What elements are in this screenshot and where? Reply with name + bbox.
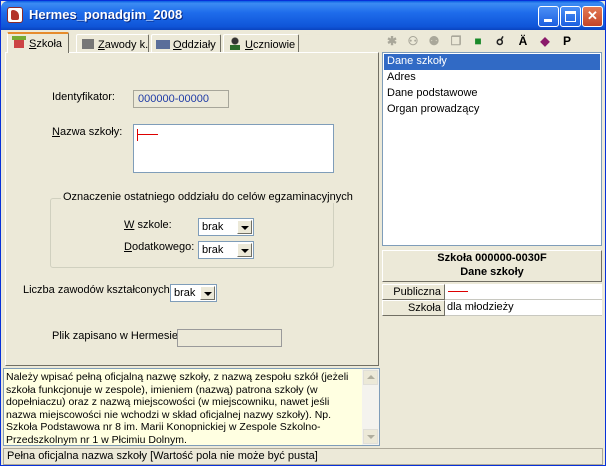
find-icon[interactable]: ☌ [491,32,509,50]
list-item-basic-data[interactable]: Dane podstawowe [384,86,600,102]
school-form-panel: Identyfikator: 000000-00000 Nazwa szkoły… [5,52,379,366]
school-info-box: Szkoła 000000-0030F Dane szkoły [382,250,602,282]
file-saved-label: Plik zapisano w Hermesie: [52,330,181,342]
minimize-button[interactable] [538,6,559,27]
tab-professions[interactable]: Zawody k. [76,34,149,52]
chevron-down-icon[interactable] [237,243,252,257]
app-icon[interactable] [7,7,23,23]
required-marker [138,134,158,135]
file-saved-field [177,329,282,347]
help-scrollbar[interactable] [362,369,379,445]
tab-students[interactable]: Uczniowie [223,34,299,52]
tab-branches[interactable]: Oddziały [151,34,221,52]
scroll-up-icon[interactable] [363,370,378,385]
list-item-address[interactable]: Adres [384,70,600,86]
identifier-label: Identyfikator: [52,91,115,103]
close-button[interactable]: ✕ [582,6,603,27]
minimize-icon [544,19,552,22]
school-name-input[interactable] [133,124,334,173]
prop-key-school: Szkoła [382,300,445,316]
chevron-down-icon[interactable] [200,286,215,300]
additional-label: Dodatkowego: [124,241,195,253]
professions-count-select[interactable]: brak [170,284,217,302]
list-item-school-data[interactable]: Dane szkoły [384,54,600,70]
section-list: Dane szkoły Adres Dane podstawowe Organ … [382,52,602,246]
title-bar[interactable]: Hermes_ponadgim_2008 ✕ [1,1,605,30]
prop-row-public[interactable]: Publiczna [382,284,602,300]
school-name-label: Nazwa szkoły: [52,126,123,138]
close-icon: ✕ [587,8,598,23]
list-item-governing-body[interactable]: Organ prowadzący [384,102,600,118]
students-icon [228,37,242,50]
professions-icon [81,37,95,50]
window-title: Hermes_ponadgim_2008 [29,7,183,22]
tab-school[interactable]: Szkoła [7,32,69,53]
maximize-icon [565,11,576,22]
p-letter-icon[interactable]: P [558,32,576,50]
prop-key-public: Publiczna [382,284,445,300]
status-bar: Pełna oficjalna nazwa szkoły [Wartość po… [3,448,603,465]
maximize-button[interactable] [560,6,581,27]
branches-icon [156,37,170,50]
in-school-select[interactable]: brak [198,218,254,236]
exam-group-box: Oznaczenie ostatniego oddziału do celów … [50,191,355,268]
app-window: Hermes_ponadgim_2008 ✕ Szkoła Zawody k. … [0,0,606,466]
exam-group-title: Oznaczenie ostatniego oddziału do celów … [61,191,355,203]
additional-select[interactable]: brak [198,241,254,259]
prop-row-school[interactable]: Szkoła dla młodzieży [382,300,602,316]
scroll-down-icon[interactable] [363,429,378,444]
school-info-title: Szkoła 000000-0030F [437,252,547,264]
chevron-down-icon[interactable] [237,220,252,234]
book-icon[interactable]: ◆ [536,32,554,50]
prop-value-school: dla młodzieży [447,301,514,313]
save-icon[interactable]: ■ [469,32,487,50]
people-arrow-icon[interactable]: ⚇ [404,32,422,50]
help-panel: Należy wpisać pełną oficjalną nazwę szko… [3,368,380,446]
professions-count-label: Liczba zawodów kształconych: [23,284,173,296]
person-star-icon[interactable]: ✱ [383,32,401,50]
text-caret [137,129,138,141]
people-icon[interactable]: ⚉ [425,32,443,50]
school-info-subtitle: Dane szkoły [460,266,524,278]
copy-icon[interactable]: ❐ [447,32,465,50]
school-icon [12,36,26,49]
in-school-label: W szkole: [124,219,172,231]
a-umlaut-icon[interactable]: Ä [514,32,532,50]
help-text: Należy wpisać pełną oficjalną nazwę szko… [6,371,349,446]
identifier-field: 000000-00000 [133,90,229,108]
required-marker [448,291,468,292]
